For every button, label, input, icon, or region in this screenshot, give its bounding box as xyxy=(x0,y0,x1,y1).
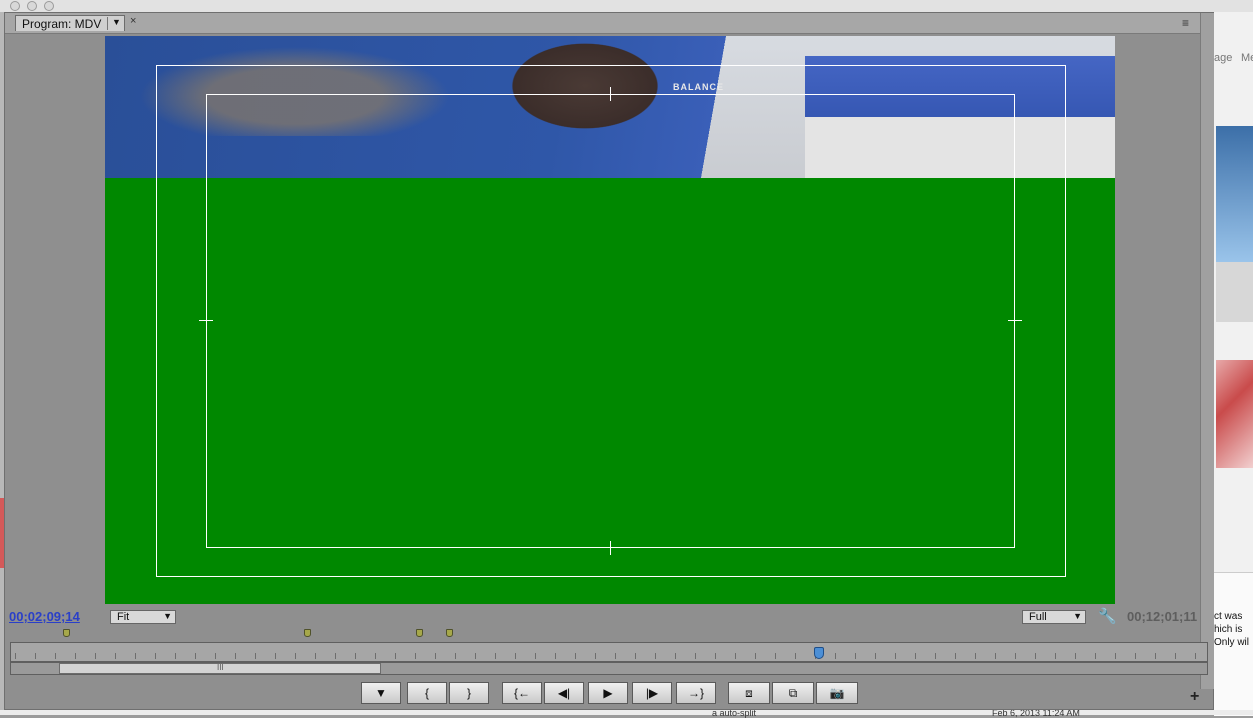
time-ruler[interactable] xyxy=(10,642,1208,662)
playback-resolution-value: Full xyxy=(1029,611,1047,623)
background-panel-line: Only wil xyxy=(1214,637,1250,648)
go-to-in-button[interactable]: {← xyxy=(502,682,542,704)
marker[interactable] xyxy=(304,629,311,637)
mark-in-button[interactable]: { xyxy=(407,682,447,704)
background-panel-line: hich is xyxy=(1214,624,1243,635)
window-minimize-dot[interactable] xyxy=(27,1,37,11)
safe-center-mark-bottom xyxy=(610,541,611,555)
background-panel-line: ct was xyxy=(1214,611,1243,622)
zoom-scroll-grip[interactable]: III xyxy=(217,663,224,672)
background-thumbnail-screen xyxy=(1216,126,1253,262)
mark-out-button[interactable]: } xyxy=(449,682,489,704)
tab-separator xyxy=(107,17,108,30)
tab-dropdown-icon[interactable]: ▼ xyxy=(112,17,121,27)
window-close-dot[interactable] xyxy=(10,1,20,11)
tab-label: Program: MDV xyxy=(22,17,102,31)
export-frame-button[interactable]: 📷 xyxy=(816,682,858,704)
tab-close-icon[interactable]: × xyxy=(130,15,136,27)
play-button[interactable]: ▶ xyxy=(588,682,628,704)
chevron-down-icon: ▼ xyxy=(1073,611,1082,621)
title-safe-guide xyxy=(206,94,1015,548)
extract-button[interactable]: ⧉ xyxy=(772,682,814,704)
background-thumbnail-image xyxy=(1216,360,1253,468)
add-button[interactable]: + xyxy=(1190,688,1199,706)
go-to-out-button[interactable]: →} xyxy=(676,682,716,704)
tab-program[interactable]: Program: MDV ▼ xyxy=(15,15,125,31)
marker[interactable] xyxy=(416,629,423,637)
zoom-level-value: Fit xyxy=(117,611,130,623)
panel-scrollbar[interactable] xyxy=(1200,13,1214,689)
safe-center-mark-left xyxy=(199,320,213,321)
safe-center-mark-right xyxy=(1008,320,1022,321)
video-monitor[interactable]: BALANCE xyxy=(105,36,1115,604)
step-forward-button[interactable]: |▶ xyxy=(632,682,672,704)
lift-button[interactable]: ⧈ xyxy=(728,682,770,704)
wrench-icon[interactable]: 🔧 xyxy=(1098,607,1117,625)
panel-menu-icon[interactable]: ≡ xyxy=(1182,16,1189,30)
playhead[interactable] xyxy=(814,647,824,659)
step-back-button[interactable]: ◀| xyxy=(544,682,584,704)
duration-timecode: 00;12;01;11 xyxy=(1127,609,1198,624)
zoom-level-select[interactable]: Fit ▼ xyxy=(110,610,176,624)
window-zoom-dot[interactable] xyxy=(44,1,54,11)
program-monitor-panel: Program: MDV ▼ × ≡ BALANCE 00;02;09;14 F… xyxy=(4,12,1214,710)
chevron-down-icon: ▼ xyxy=(163,611,172,621)
safe-center-mark-top xyxy=(610,87,611,101)
background-tab-text-2: Me xyxy=(1241,52,1253,64)
marker[interactable] xyxy=(446,629,453,637)
time-ruler-ticks xyxy=(15,653,1205,659)
panel-tab-bar: Program: MDV ▼ × ≡ xyxy=(5,13,1213,34)
background-panel-text: ct was hich is Only wil xyxy=(1214,610,1253,649)
playback-resolution-select[interactable]: Full ▼ xyxy=(1022,610,1086,624)
background-thumbnail-stand xyxy=(1216,262,1253,322)
marker[interactable] xyxy=(63,629,70,637)
add-marker-button[interactable]: ▼ xyxy=(361,682,401,704)
current-timecode[interactable]: 00;02;09;14 xyxy=(9,609,80,624)
